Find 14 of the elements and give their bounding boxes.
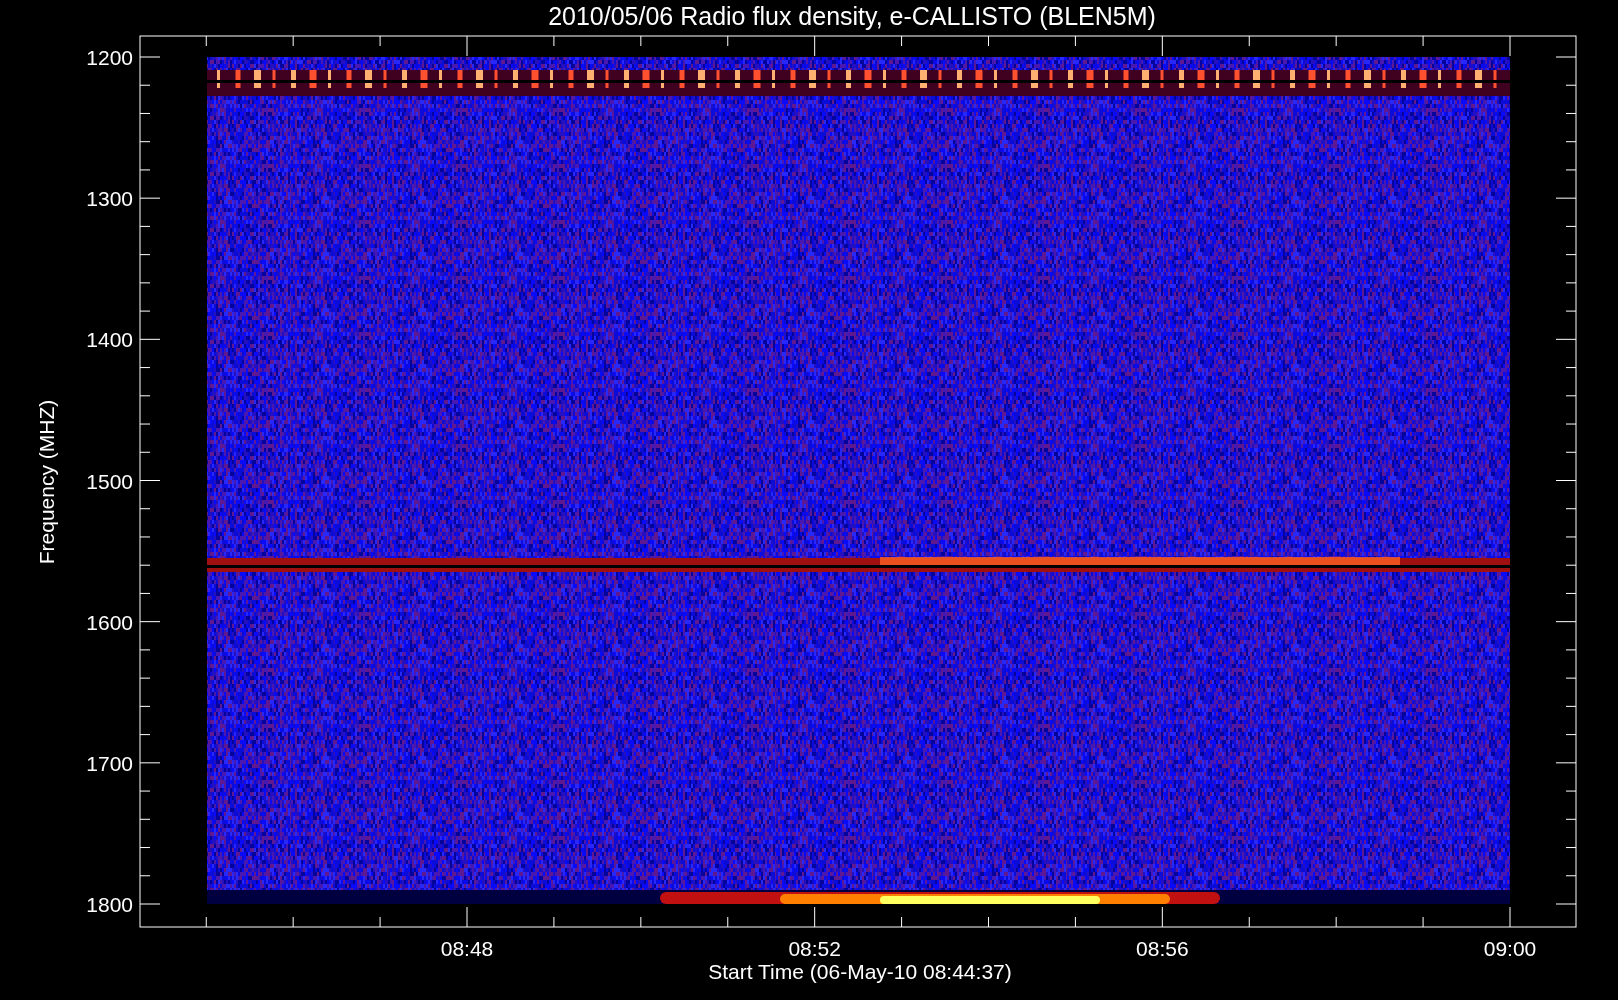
plot-title: 2010/05/06 Radio flux density, e-CALLISTO (BLEN5M) xyxy=(548,2,1156,30)
y-axis-title: Frequency (MHZ) xyxy=(35,399,58,565)
x-tick-label: 08:52 xyxy=(788,937,841,960)
x-axis-title: Start Time (06-May-10 08:44:37) xyxy=(708,960,1012,983)
y-tick-label: 1800 xyxy=(86,893,133,916)
x-tick-label: 09:00 xyxy=(1483,937,1537,960)
y-tick-label: 1200 xyxy=(86,46,133,69)
y-tick-label: 1300 xyxy=(86,187,133,211)
x-tick-label: 08:56 xyxy=(1136,937,1189,960)
y-tick-label: 1400 xyxy=(86,328,133,352)
y-tick-label: 1600 xyxy=(86,610,133,634)
y-tick-label: 1500 xyxy=(86,469,133,493)
x-tick-label: 08:48 xyxy=(440,937,494,960)
y-tick-label: 1700 xyxy=(86,751,133,775)
